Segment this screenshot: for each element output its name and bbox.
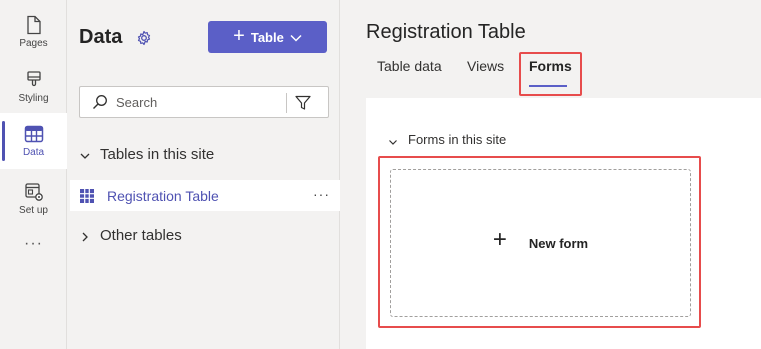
rail-item-label: Data <box>22 147 45 158</box>
main-content: Registration Table Table data Views Form… <box>341 0 761 349</box>
plus-icon: + <box>233 25 245 47</box>
search-input[interactable] <box>116 94 276 110</box>
rail-item-setup[interactable]: Set up <box>0 171 67 227</box>
new-form-button[interactable]: + New form <box>390 169 691 317</box>
rail-item-label: Styling <box>18 93 49 104</box>
rail-more-button[interactable]: ··· <box>0 235 67 253</box>
app-rail: Pages Styling Data Set up ··· <box>0 0 67 349</box>
tab-forms[interactable]: Forms <box>529 58 572 74</box>
paintbrush-icon <box>24 70 44 90</box>
rail-item-pages[interactable]: Pages <box>0 4 67 60</box>
chevron-right-icon <box>79 230 91 242</box>
new-form-label: New form <box>528 235 589 251</box>
section-label: Other tables <box>100 227 182 244</box>
rail-item-label: Set up <box>19 205 48 216</box>
table-grid-icon <box>80 188 94 203</box>
add-table-button[interactable]: + Table <box>208 21 327 53</box>
chevron-down-icon <box>290 30 302 45</box>
data-pane-title: Data <box>79 26 123 48</box>
table-icon <box>24 124 44 144</box>
more-options-button[interactable]: ··· <box>313 186 330 202</box>
filter-icon[interactable] <box>294 94 312 112</box>
plus-icon: + <box>492 226 507 253</box>
page-title: Registration Table <box>366 21 526 43</box>
search-divider <box>286 93 287 113</box>
page-icon <box>24 15 44 35</box>
section-other-tables[interactable]: Other tables <box>79 227 182 244</box>
section-tables-in-site[interactable]: Tables in this site <box>79 146 214 163</box>
gear-icon[interactable] <box>136 30 152 46</box>
rail-item-data[interactable]: Data <box>0 113 67 169</box>
table-name: Registration Table <box>107 187 219 204</box>
tab-views[interactable]: Views <box>467 58 504 74</box>
rail-item-styling[interactable]: Styling <box>0 59 67 115</box>
add-table-button-label: Table <box>250 29 284 45</box>
search-box <box>79 86 329 118</box>
active-tab-indicator <box>529 85 567 87</box>
data-pane: Data + Table Tables in this site Registr… <box>68 0 340 349</box>
section-label: Forms in this site <box>408 132 507 147</box>
section-forms-in-site[interactable]: Forms in this site <box>388 132 506 147</box>
forms-canvas: Forms in this site + New form <box>366 98 761 349</box>
section-label: Tables in this site <box>100 146 215 163</box>
settings-window-icon <box>24 182 44 202</box>
rail-item-label: Pages <box>19 38 48 49</box>
tab-table-data[interactable]: Table data <box>377 58 442 74</box>
chevron-down-icon <box>388 135 398 145</box>
search-icon <box>92 94 108 110</box>
chevron-down-icon <box>79 149 91 161</box>
table-list-item[interactable]: Registration Table ··· <box>70 180 340 211</box>
